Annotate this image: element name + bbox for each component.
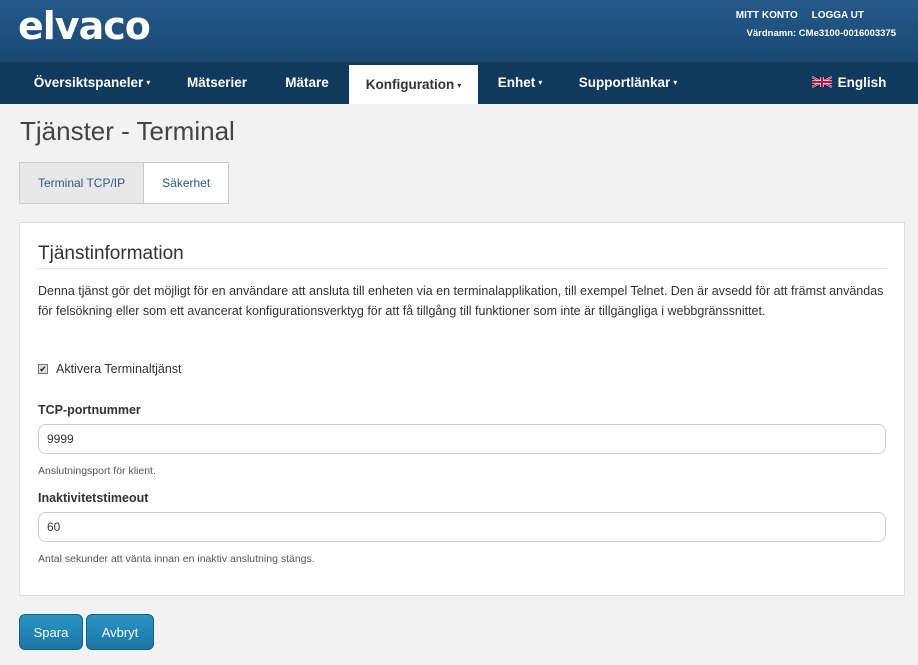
caret-down-icon: ▾ [146, 78, 151, 88]
cancel-button[interactable]: Avbryt [86, 614, 154, 650]
divider [38, 268, 887, 269]
tab-bar: Terminal TCP/IP Säkerhet [19, 162, 230, 204]
tab-terminal-tcpip[interactable]: Terminal TCP/IP [20, 163, 145, 203]
elvaco-logo[interactable]: elvaco [18, 4, 151, 48]
inactivity-timeout-input[interactable] [38, 512, 886, 542]
service-description: Denna tjänst gör det möjligt för en anvä… [38, 284, 884, 318]
uk-flag-icon [811, 76, 832, 89]
page-title: Tjänster - Terminal [20, 116, 235, 146]
nav-label: Mätare [285, 75, 329, 90]
nav-label: Konfiguration [365, 77, 455, 92]
nav-item-matserier[interactable]: Mätserier [174, 62, 260, 104]
nav-label: Supportlänkar [578, 75, 671, 90]
nav-item-enhet[interactable]: Enhet ▾ [488, 62, 552, 104]
nav-item-matare[interactable]: Mätare [272, 62, 342, 104]
caret-down-icon: ▾ [673, 78, 678, 88]
nav-label: Mätserier [186, 75, 248, 90]
port-label: TCP-portnummer [38, 403, 141, 417]
enable-terminal-label[interactable]: Aktivera Terminaltjänst [56, 362, 182, 376]
nav-item-oversiktspaneler[interactable]: Översiktspaneler ▾ [22, 62, 162, 104]
main-navbar: Översiktspaneler ▾ Mätserier Mätare Konfi… [0, 62, 918, 104]
tcp-port-input[interactable] [38, 424, 886, 454]
port-help-text: Anslutningsport för klient. [38, 465, 156, 477]
service-info-panel: Tjänstinformation Denna tjänst gör det m… [19, 222, 905, 596]
timeout-help-text: Antal sekunder att vänta innan en inakti… [38, 553, 315, 565]
tab-sakerhet[interactable]: Säkerhet [144, 163, 228, 203]
save-button[interactable]: Spara [19, 614, 83, 650]
timeout-label: Inaktivitetstimeout [38, 491, 149, 505]
caret-down-icon: ▾ [457, 80, 462, 90]
caret-down-icon: ▾ [538, 78, 543, 88]
panel-heading: Tjänstinformation [38, 243, 184, 264]
hostname-label: Värdnamn: CMe3100-0016003375 [746, 28, 896, 39]
enable-terminal-checkbox[interactable]: ✔ [38, 364, 48, 374]
account-links: MITT KONTO LOGGA UT [725, 10, 864, 21]
logout-link[interactable]: LOGGA UT [812, 10, 864, 21]
language-selector[interactable]: English [804, 62, 894, 104]
my-account-link[interactable]: MITT KONTO [736, 10, 798, 21]
nav-label: Översiktspaneler [33, 75, 144, 90]
nav-label: Enhet [497, 75, 536, 90]
enable-terminal-row: ✔ Aktivera Terminaltjänst [38, 362, 182, 376]
language-label: English [837, 75, 887, 90]
header-bar: elvaco MITT KONTO LOGGA UT Värdnamn: CMe… [0, 0, 918, 62]
nav-item-konfiguration[interactable]: Konfiguration ▾ [349, 65, 478, 104]
nav-item-supportlankar[interactable]: Supportlänkar ▾ [568, 62, 688, 104]
